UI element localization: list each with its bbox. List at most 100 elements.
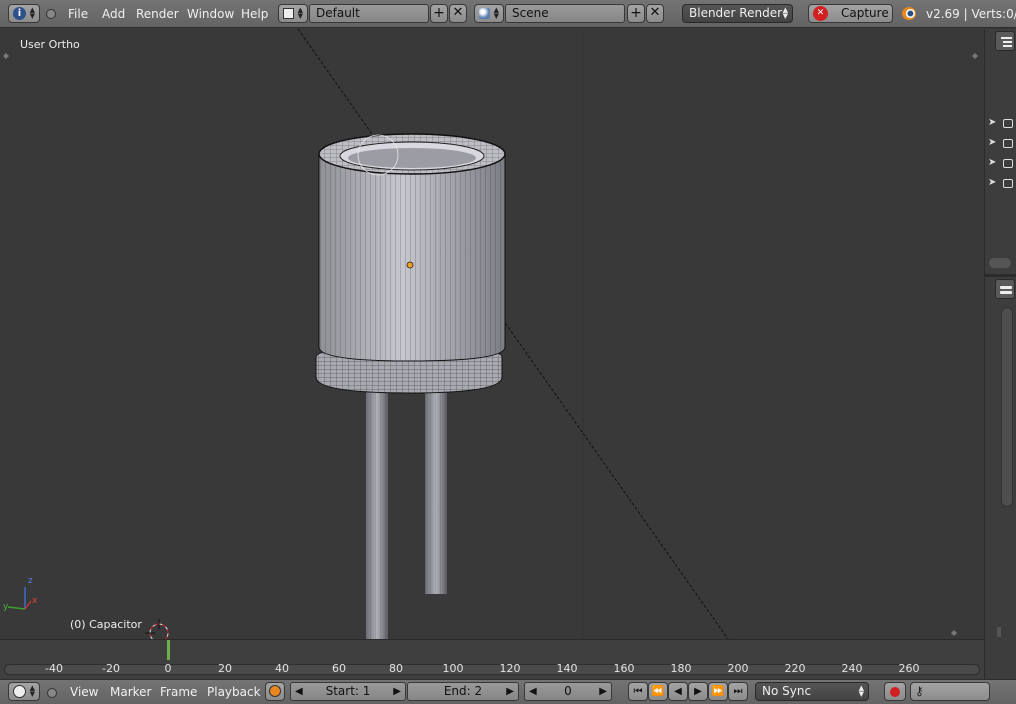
collapse-menus-icon[interactable] <box>47 688 57 698</box>
cursor-select-icon: ➤ <box>988 137 997 148</box>
timeline-tick-label: 100 <box>442 662 464 675</box>
play-reverse-button[interactable]: ◀ <box>668 682 688 701</box>
3d-viewport[interactable]: User Ortho z y x (0) Capacitor <box>0 29 984 639</box>
properties-editor-icon[interactable] <box>995 279 1015 299</box>
play-reverse-icon: ◀ <box>674 686 682 697</box>
current-frame-indicator[interactable] <box>167 640 170 660</box>
info-header: i ▲ ▼ File Add Render Window Help ▲ ▼ Defa… <box>0 0 1016 28</box>
outliner-editor-icon[interactable] <box>995 31 1015 51</box>
outliner-row[interactable]: ➤ <box>987 157 1016 171</box>
timeline-tick-label: -20 <box>102 662 120 675</box>
layout-grid-icon <box>283 8 294 19</box>
chevron-right-icon: ▶ <box>599 686 607 697</box>
chevron-updown-icon: ▲ ▼ <box>782 6 788 20</box>
menu-playback[interactable]: Playback <box>207 685 261 699</box>
viewport-canvas[interactable] <box>0 29 984 639</box>
timeline-tick-label: 140 <box>556 662 578 675</box>
properties-strip: ➤ ➤ ➤ ➤ <box>984 29 1016 679</box>
render-camera-icon <box>1003 119 1013 128</box>
timeline-area[interactable]: -40 -20 0 20 40 60 80 100 120 140 160 180 200 220 240 2… <box>0 639 984 679</box>
jump-end-icon: ⏭ <box>733 686 743 697</box>
render-engine-label: Blender Render <box>689 6 783 20</box>
chevron-updown-icon: ▲ ▼ <box>297 6 303 20</box>
timeline-tick-label: 80 <box>389 662 403 675</box>
sync-mode-label: No Sync <box>762 684 812 698</box>
chevron-right-icon: ▶ <box>393 686 401 697</box>
add-screen-button[interactable]: + <box>430 4 448 23</box>
play-button[interactable]: ▶ <box>688 682 708 701</box>
chevron-left-icon: ◀ <box>295 686 303 697</box>
capacitor-leg-left[interactable] <box>366 389 388 639</box>
scene-browse-button[interactable]: ▲ ▼ <box>474 4 504 23</box>
menu-frame[interactable]: Frame <box>160 685 197 699</box>
chevron-updown-icon: ▲ ▼ <box>493 6 499 20</box>
rewind-icon: ⏪ <box>651 686 665 697</box>
render-camera-icon <box>1003 179 1013 188</box>
fast-forward-icon: ⏩ <box>711 686 725 697</box>
capture-button[interactable]: ✕ Capture <box>808 4 893 23</box>
end-frame-label: End: 2 <box>443 684 483 698</box>
keying-set-button[interactable]: ⚷ <box>910 682 990 701</box>
capture-label: Capture <box>841 6 889 20</box>
menu-file[interactable]: File <box>68 7 88 21</box>
scene-name-field[interactable]: Scene <box>505 4 625 23</box>
timeline-tick-label: -40 <box>45 662 63 675</box>
chevron-updown-icon: ▲ ▼ <box>29 684 35 698</box>
menu-help[interactable]: Help <box>241 7 268 21</box>
timeline-tick-label: 60 <box>332 662 346 675</box>
menu-window[interactable]: Window <box>187 7 234 21</box>
preview-range-toggle[interactable] <box>265 682 285 701</box>
menu-add[interactable]: Add <box>102 7 125 21</box>
timeline-tick-label: 260 <box>898 662 920 675</box>
remove-scene-button[interactable]: ✕ <box>646 4 664 23</box>
start-frame-field[interactable]: ◀ Start: 1 ▶ <box>290 682 406 701</box>
menu-view[interactable]: View <box>70 685 98 699</box>
add-scene-button[interactable]: + <box>627 4 645 23</box>
timeline-tick-label: 120 <box>499 662 521 675</box>
active-object-label: (0) Capacitor <box>70 618 142 631</box>
timeline-tick-label: 40 <box>275 662 289 675</box>
plus-icon: + <box>630 5 642 21</box>
editor-type-selector[interactable]: i ▲ ▼ <box>8 4 40 23</box>
properties-scrollbar[interactable] <box>1001 307 1013 507</box>
record-icon <box>890 687 900 697</box>
axis-gizmo <box>7 587 32 610</box>
screen-layout-name-field[interactable]: Default <box>309 4 429 23</box>
timeline-tick-label: 0 <box>164 662 172 675</box>
end-frame-field[interactable]: End: 2 ▶ <box>407 682 519 701</box>
jump-to-keyframe-back-button[interactable]: ⏪ <box>648 682 668 701</box>
collapse-menus-icon[interactable] <box>46 9 56 19</box>
timeline-tick-label: 20 <box>218 662 232 675</box>
auto-keying-record-button[interactable] <box>884 682 906 701</box>
close-icon: ✕ <box>452 5 464 20</box>
start-frame-label: Start: 1 <box>325 684 371 698</box>
menu-render[interactable]: Render <box>136 7 179 21</box>
timeline-header: ▲ ▼ View Marker Frame Playback ◀ Start: 1… <box>0 679 1016 704</box>
jump-to-end-button[interactable]: ⏭ <box>728 682 748 701</box>
jump-to-keyframe-forward-button[interactable]: ⏩ <box>708 682 728 701</box>
chevron-left-icon: ◀ <box>529 686 537 697</box>
axis-label-x: x <box>32 596 38 606</box>
outliner-scrollbar[interactable] <box>989 258 1011 268</box>
capacitor-leg-right[interactable] <box>425 389 447 594</box>
timeline-scrollbar[interactable] <box>4 664 980 675</box>
timeline-tick-label: 240 <box>841 662 863 675</box>
render-engine-dropdown[interactable]: Blender Render ▲ ▼ <box>682 4 793 23</box>
outliner-row[interactable]: ➤ <box>987 137 1016 151</box>
outliner-row[interactable]: ➤ <box>987 177 1016 191</box>
timeline-tick-label: 200 <box>727 662 749 675</box>
sync-mode-dropdown[interactable]: No Sync ▲ ▼ <box>755 682 869 701</box>
remove-screen-button[interactable]: ✕ <box>449 4 467 23</box>
properties-handle[interactable] <box>997 627 1001 637</box>
clock-icon <box>13 685 26 698</box>
outliner-row[interactable]: ➤ <box>987 117 1016 131</box>
editor-type-selector[interactable]: ▲ ▼ <box>8 682 40 701</box>
capacitor-body[interactable] <box>318 133 506 362</box>
area-divider[interactable] <box>985 274 1016 277</box>
menu-marker[interactable]: Marker <box>110 685 151 699</box>
jump-to-start-button[interactable]: ⏮ <box>628 682 648 701</box>
version-stats: v2.69 | Verts:0/70 <box>926 7 1016 21</box>
screen-layout-browse-button[interactable]: ▲ ▼ <box>278 4 308 23</box>
3d-cursor-icon <box>145 619 169 639</box>
current-frame-field[interactable]: ◀ 0 ▶ <box>524 682 612 701</box>
